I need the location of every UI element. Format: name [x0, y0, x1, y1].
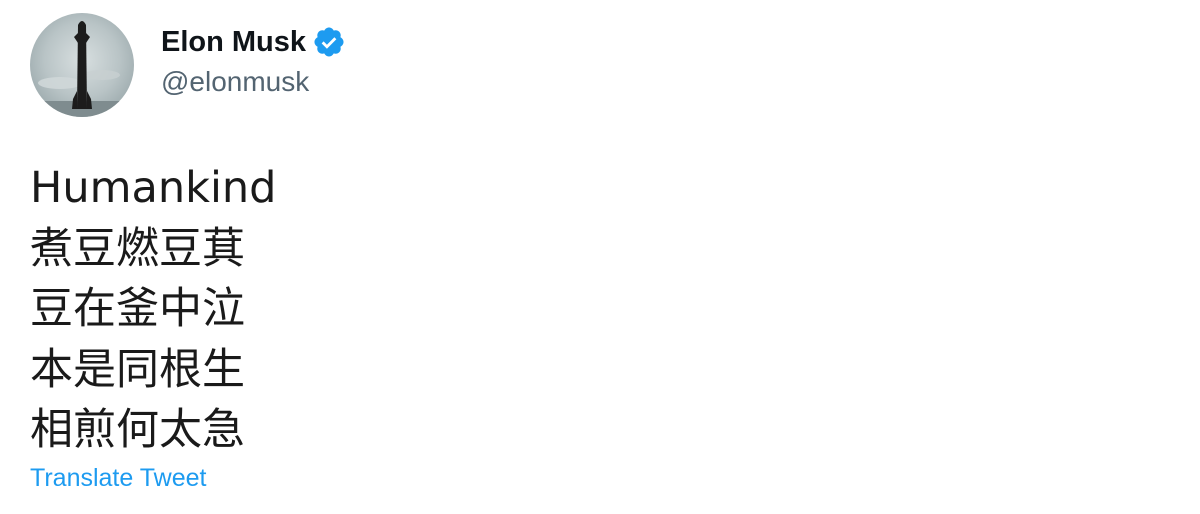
translate-tweet-link[interactable]: Translate Tweet	[30, 464, 206, 493]
author-handle[interactable]: @elonmusk	[161, 66, 309, 98]
tweet-text-line: 豆在釜中泣	[30, 284, 245, 334]
author-display-name[interactable]: Elon Musk	[161, 26, 306, 59]
starship-rocket-icon	[30, 13, 134, 117]
tweet-text: Humankind 煮豆燃豆萁 豆在釜中泣 本是同根生 相煎何太急	[30, 158, 276, 461]
tweet-text-line: 本是同根生	[30, 344, 245, 395]
tweet-text-line: 煮豆燃豆萁	[30, 223, 245, 274]
tweet-text-line: Humankind	[30, 163, 277, 213]
tweet-text-line: 相煎何太急	[30, 405, 245, 455]
tweet-card: Elon Musk @elonmusk Humankind 煮豆燃豆萁 豆在釜中…	[0, 0, 1200, 514]
avatar[interactable]	[30, 13, 134, 117]
author-name-row: Elon Musk	[161, 22, 346, 62]
verified-badge-icon	[312, 25, 346, 59]
